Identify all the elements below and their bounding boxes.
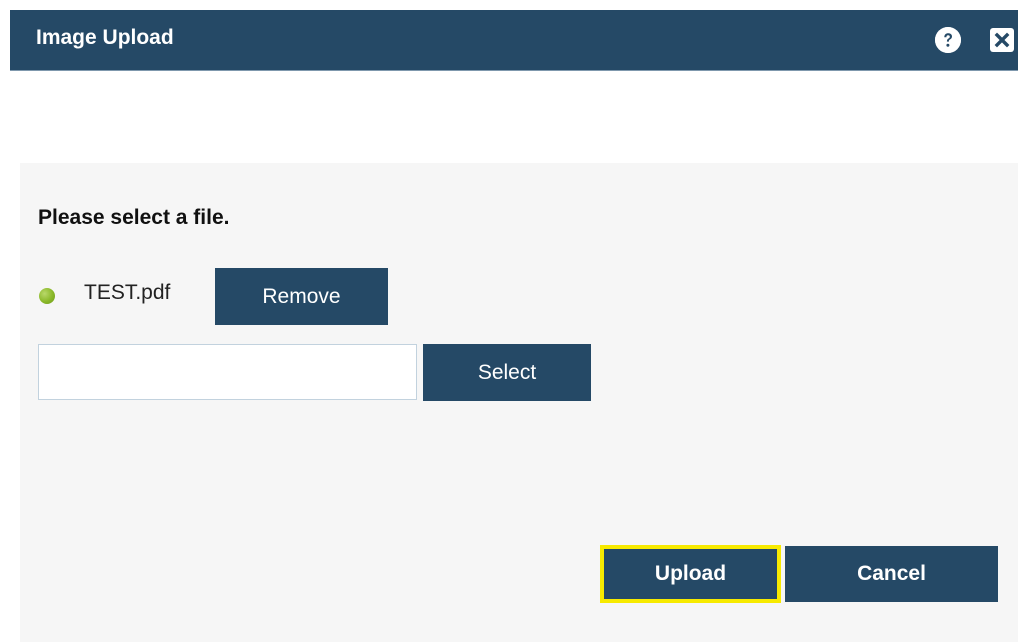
attached-file-name: TEST.pdf — [84, 281, 171, 304]
dialog-title: Image Upload — [36, 26, 174, 49]
select-file-button[interactable]: Select — [423, 344, 591, 401]
dialog-spacer — [10, 71, 1018, 163]
file-path-input[interactable] — [38, 344, 417, 400]
select-file-prompt: Please select a file. — [38, 206, 230, 229]
dialog-titlebar: Image Upload — [10, 10, 1018, 71]
green-dot-icon — [39, 288, 55, 304]
close-icon[interactable] — [990, 28, 1014, 52]
remove-file-button[interactable]: Remove — [215, 268, 388, 325]
upload-panel: Please select a file. TEST.pdf Remove Se… — [20, 163, 1018, 642]
upload-button[interactable]: Upload — [600, 545, 781, 603]
image-upload-dialog: Image Upload Please select a file. TEST.… — [10, 10, 1018, 642]
help-icon[interactable] — [935, 27, 961, 53]
cancel-button[interactable]: Cancel — [785, 546, 998, 602]
